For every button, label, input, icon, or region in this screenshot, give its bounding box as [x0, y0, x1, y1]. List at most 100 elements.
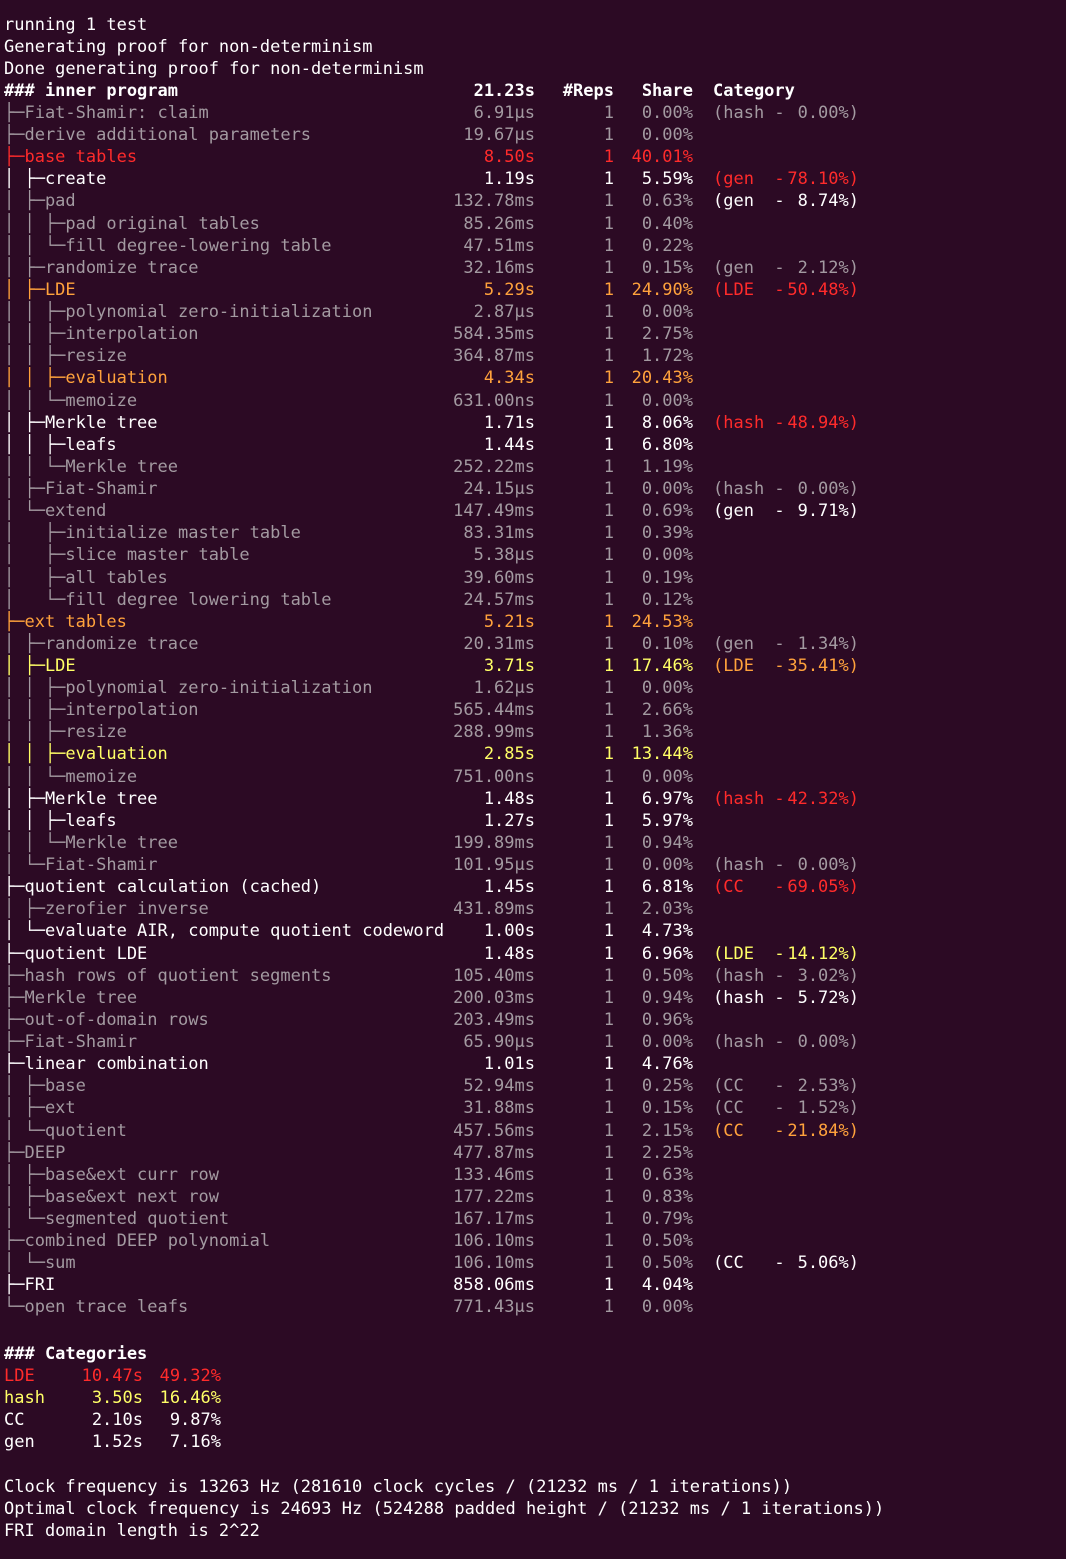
profile-row: │ │ ├─interpolation 565.44ms 1 2.66% — [0, 699, 1066, 721]
category-share: 7.16% — [169, 1432, 221, 1453]
row-category: (CC - — [713, 877, 785, 898]
row-share: 0.10% — [641, 633, 693, 654]
row-time: 5.21s — [483, 611, 535, 632]
row-time: 83.31ms — [463, 523, 535, 544]
row-share: 0.79% — [641, 1209, 693, 1229]
profile-header: ### inner program 21.23s #Reps Share Cat… — [0, 80, 1066, 102]
row-category-share: 1.52%) — [797, 1098, 859, 1119]
row-name: │ ├─Merkle tree — [4, 412, 158, 433]
row-share: 2.25% — [641, 1142, 693, 1163]
row-reps: 1 — [603, 589, 614, 610]
row-reps: 1 — [603, 1253, 614, 1274]
row-time: 584.35ms — [453, 324, 535, 345]
row-name: │ │ ├─evaluation — [4, 368, 168, 389]
profile-row: ├─FRI 858.06ms 1 4.04% — [0, 1274, 1066, 1296]
category-share: 16.46% — [159, 1388, 221, 1409]
row-share: 20.43% — [631, 368, 693, 389]
row-name: │ │ ├─interpolation — [4, 700, 199, 721]
row-category: (LDE - — [713, 943, 785, 964]
category-time: 10.47s — [81, 1366, 143, 1386]
row-name: │ ├─initialize master table — [4, 523, 301, 544]
row-name: │ │ ├─leafs — [4, 810, 117, 831]
row-category: (hash - — [713, 103, 785, 123]
row-category-share: 21.84%) — [787, 1120, 859, 1141]
category-share: 9.87% — [169, 1410, 221, 1431]
row-reps: 1 — [603, 899, 614, 920]
row-reps: 1 — [603, 324, 614, 345]
row-time: 24.57ms — [463, 589, 535, 610]
profile-row: ├─ext tables 5.21s 1 24.53% — [0, 611, 1066, 633]
category-name: gen — [4, 1432, 35, 1453]
row-reps: 1 — [603, 235, 614, 256]
row-reps: 1 — [603, 788, 614, 809]
row-time: 52.94ms — [463, 1076, 535, 1097]
row-name: │ │ └─Merkle tree — [4, 832, 178, 853]
profile-row: │ │ ├─resize 364.87ms 1 1.72% — [0, 345, 1066, 367]
row-category: (hash - — [713, 987, 785, 1008]
row-share: 0.69% — [641, 501, 693, 522]
row-category-share: 2.53%) — [797, 1076, 859, 1097]
profile-row: │ │ ├─pad original tables 85.26ms 1 0.40% — [0, 213, 1066, 235]
row-share: 0.00% — [641, 545, 693, 566]
row-reps: 1 — [603, 1275, 614, 1296]
row-name: │ ├─base&ext next row — [4, 1186, 219, 1207]
profile-row: │ └─quotient 457.56ms 1 2.15% (CC -21.84%) — [0, 1120, 1066, 1142]
row-share: 0.39% — [641, 523, 693, 544]
row-share: 0.00% — [641, 678, 693, 699]
row-name: ├─quotient LDE — [4, 943, 148, 964]
row-reps: 1 — [603, 368, 614, 389]
row-time: 4.34s — [483, 368, 535, 389]
profile-row: │ │ ├─interpolation 584.35ms 1 2.75% — [0, 323, 1066, 345]
profile-row: │ │ ├─resize 288.99ms 1 1.36% — [0, 721, 1066, 743]
row-name: │ │ └─Merkle tree — [4, 456, 178, 477]
row-name: ├─FRI — [4, 1275, 56, 1296]
row-name: │ │ ├─resize — [4, 722, 127, 743]
profile-row: ├─Fiat-Shamir: claim 6.91µs 1 0.00% (hash - 0… — [0, 102, 1066, 124]
row-time: 65.90µs — [463, 1032, 535, 1053]
row-reps: 1 — [603, 257, 614, 278]
category-name: hash — [4, 1388, 45, 1409]
row-time: 457.56ms — [453, 1120, 535, 1141]
row-reps: 1 — [603, 501, 614, 522]
row-name: │ │ └─memoize — [4, 766, 138, 787]
row-reps: 1 — [603, 545, 614, 566]
footer-line-3: FRI domain length is 2^22 — [4, 1521, 260, 1541]
row-time: 2.85s — [483, 744, 535, 765]
row-reps: 1 — [603, 987, 614, 1008]
profile-row: │ ├─slice master table 5.38µs 1 0.00% — [0, 544, 1066, 566]
row-name: │ │ ├─evaluation — [4, 744, 168, 765]
row-reps: 1 — [603, 390, 614, 411]
row-share: 0.15% — [641, 257, 693, 278]
row-name: ├─Fiat-Shamir: claim — [4, 103, 209, 123]
row-category: (gen - — [713, 501, 785, 522]
category-time: 2.10s — [91, 1410, 143, 1431]
row-reps: 1 — [603, 832, 614, 853]
terminal-window: running 1 test Generating proof for non-… — [0, 0, 1066, 1559]
row-name: │ ├─randomize trace — [4, 633, 199, 654]
profile-row: │ ├─Merkle tree 1.48s 1 6.97% (hash -42.32%) — [0, 788, 1066, 810]
row-share: 6.96% — [641, 943, 693, 964]
row-category: (gen - — [713, 191, 785, 212]
row-category: (LDE - — [713, 279, 785, 300]
row-name: │ │ ├─polynomial zero-initialization — [4, 678, 373, 699]
row-name: │ └─sum — [4, 1253, 76, 1274]
row-time: 1.62µs — [473, 678, 535, 699]
profile-row: │ ├─initialize master table 83.31ms 1 0.39% — [0, 522, 1066, 544]
row-name: ├─ext tables — [4, 611, 127, 632]
row-share: 2.03% — [641, 899, 693, 920]
row-time: 771.43µs — [453, 1297, 535, 1318]
profile-row: │ ├─zerofier inverse 431.89ms 1 2.03% — [0, 898, 1066, 920]
row-reps: 1 — [603, 656, 614, 676]
profile-row: │ ├─base 52.94ms 1 0.25% (CC - 2.53%) — [0, 1075, 1066, 1097]
category-header: Category — [713, 81, 795, 101]
row-share: 0.83% — [641, 1186, 693, 1207]
row-share: 6.81% — [641, 877, 693, 898]
row-time: 177.22ms — [453, 1186, 535, 1207]
row-share: 5.59% — [641, 169, 693, 190]
row-time: 1.01s — [483, 1054, 535, 1075]
row-share: 0.00% — [641, 103, 693, 123]
row-share: 6.80% — [641, 434, 693, 455]
profile-row: │ └─fill degree lowering table 24.57ms 1 0.… — [0, 589, 1066, 611]
row-category-share: 78.10%) — [787, 169, 859, 190]
row-name: │ │ ├─interpolation — [4, 324, 199, 345]
